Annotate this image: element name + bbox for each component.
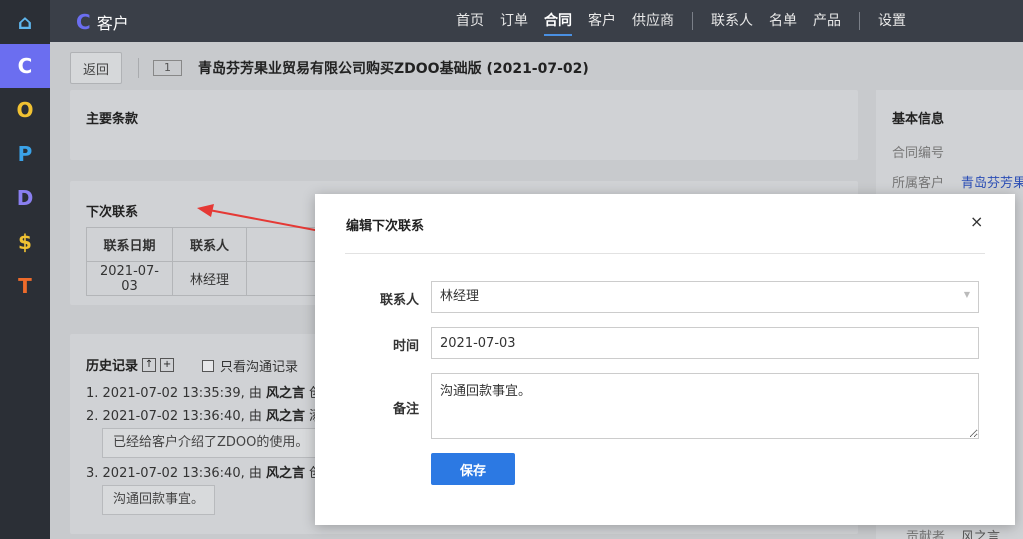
module-label: 客户 [96, 14, 129, 33]
dialog-title: 编辑下次联系 [346, 219, 425, 234]
checkbox[interactable] [202, 359, 214, 372]
time-input[interactable] [431, 327, 979, 359]
contributor-label: 贡献者 [906, 530, 946, 539]
nav-orders[interactable]: 订单 [492, 0, 536, 42]
app-sidebar: ⌂ C O P D $ T [0, 0, 50, 539]
contact-select[interactable]: 林经理 ▼ [431, 281, 979, 313]
back-button[interactable]: 返回 [70, 52, 122, 84]
nav-settings[interactable]: 设置 [870, 0, 914, 42]
nav-contacts[interactable]: 联系人 [703, 0, 761, 42]
main-nav: 首页 订单 合同 客户 供应商 联系人 名单 产品 设置 [448, 0, 914, 42]
history-note: 已经给客户介绍了ZDOO的使用。 [102, 428, 320, 458]
nav-products[interactable]: 产品 [805, 0, 849, 42]
contract-id-badge: 1 [153, 60, 182, 76]
page-title: 青岛芬芳果业贸易有限公司购买ZDOO基础版 (2021-07-02) [198, 61, 589, 77]
table-cell-empty [246, 261, 317, 296]
close-icon[interactable]: × [970, 212, 983, 231]
history-item: 3. 2021-07-02 13:36:40, 由 风之言 创建 [86, 466, 335, 481]
contact-select-value: 林经理 [440, 289, 480, 304]
nav-home[interactable]: 首页 [448, 0, 492, 42]
comm-only-filter[interactable]: 只看沟通记录 [202, 356, 298, 375]
column-header: 联系日期 [86, 227, 173, 262]
contract-no-label: 合同编号 [892, 146, 945, 161]
basic-info-heading: 基本信息 [892, 112, 945, 127]
nav-divider [692, 12, 693, 30]
customer-link[interactable]: 青岛芬芳果 [961, 172, 1023, 191]
next-contact-heading: 下次联系 [86, 205, 139, 220]
history-item: 2. 2021-07-02 13:36:40, 由 风之言 添加 [86, 409, 335, 424]
checkbox-label: 只看沟通记录 [220, 360, 299, 375]
history-heading-label: 历史记录 [86, 359, 139, 374]
toolbar-divider [138, 58, 139, 78]
page-toolbar: 返回 1 青岛芬芳果业贸易有限公司购买ZDOO基础版 (2021-07-02) [70, 52, 589, 84]
nav-customers[interactable]: 客户 [580, 0, 624, 42]
note-label: 备注 [393, 402, 420, 417]
crm-app-icon[interactable]: C [0, 44, 50, 88]
crm-logo-icon: C [76, 10, 91, 34]
oa-app-icon[interactable]: O [0, 88, 50, 132]
history-note: 沟通回款事宜。 [102, 485, 216, 515]
edit-next-contact-dialog: 编辑下次联系 × 联系人 林经理 ▼ 时间 备注 沟通回款事宜。 保存 [315, 194, 1015, 525]
doc-app-icon[interactable]: D [0, 176, 50, 220]
sort-up-icon[interactable]: ↑ [142, 357, 157, 372]
top-navbar: C 客户 首页 订单 合同 客户 供应商 联系人 名单 产品 设置 [50, 0, 1023, 42]
dialog-divider [345, 253, 985, 254]
customer-label: 所属客户 [892, 176, 945, 191]
table-cell: 2021-07-03 [86, 261, 173, 296]
module-title: C 客户 [76, 10, 129, 34]
contact-label: 联系人 [380, 293, 420, 308]
chevron-down-icon: ▼ [963, 290, 970, 299]
nav-contracts[interactable]: 合同 [536, 0, 580, 42]
expand-plus-icon[interactable]: + [160, 357, 175, 372]
table-cell: 林经理 [172, 261, 247, 296]
main-terms-heading: 主要条款 [86, 112, 139, 127]
history-item: 1. 2021-07-02 13:35:39, 由 风之言 创建 [86, 386, 335, 401]
main-terms-panel: 主要条款 [70, 90, 858, 160]
nav-divider [859, 12, 860, 30]
nav-suppliers[interactable]: 供应商 [624, 0, 682, 42]
note-textarea[interactable]: 沟通回款事宜。 [431, 373, 979, 439]
team-app-icon[interactable]: T [0, 264, 50, 308]
home-icon[interactable]: ⌂ [0, 0, 50, 44]
history-heading: 历史记录 ↑ + [86, 355, 175, 374]
cash-app-icon[interactable]: $ [0, 220, 50, 264]
save-button[interactable]: 保存 [431, 453, 515, 485]
nav-leads[interactable]: 名单 [761, 0, 805, 42]
contributor-value: 风之言 [961, 530, 1001, 539]
table-row: 2021-07-03 林经理 [86, 261, 317, 296]
project-app-icon[interactable]: P [0, 132, 50, 176]
time-label: 时间 [393, 339, 420, 354]
